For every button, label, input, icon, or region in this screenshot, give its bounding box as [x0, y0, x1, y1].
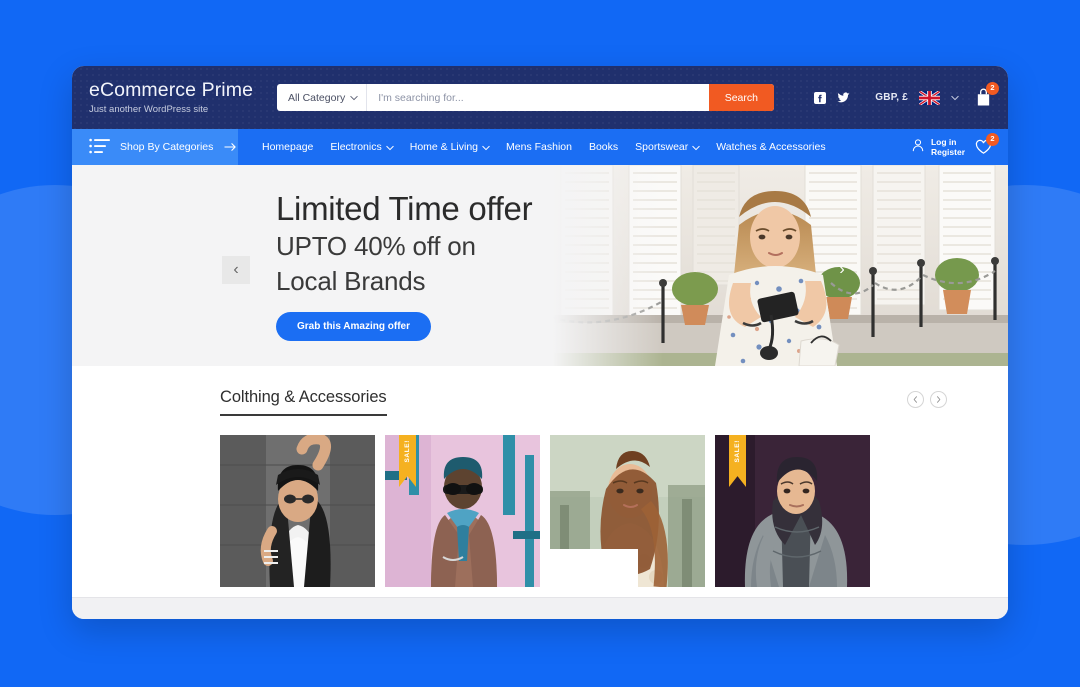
chevron-right-icon	[937, 396, 941, 403]
hero-prev-button[interactable]: ‹	[222, 256, 250, 284]
shop-by-categories-button[interactable]: Shop By Categories	[72, 129, 238, 165]
nav-item-homepage[interactable]: Homepage	[262, 141, 313, 153]
uk-flag-icon[interactable]	[919, 90, 940, 105]
nav-item-label: Watches & Accessories	[716, 141, 826, 153]
products-next-button[interactable]	[930, 391, 947, 408]
hero-subline-2: Local Brands	[276, 266, 426, 296]
product-card-3[interactable]	[550, 435, 705, 587]
brand-tagline: Just another WordPress site	[89, 103, 209, 115]
currency-label[interactable]: GBP, £	[875, 92, 908, 103]
cart-button[interactable]: 2	[975, 81, 999, 108]
nav-item-label: Mens Fashion	[506, 141, 572, 153]
chevron-down-icon	[350, 94, 358, 101]
sale-badge-label: SALE!	[404, 440, 411, 463]
hero-next-button[interactable]: ›	[828, 256, 856, 284]
nav-item-label: Home & Living	[409, 141, 479, 153]
window-footer	[72, 597, 1008, 619]
menu-list-icon	[89, 138, 111, 157]
browser-window: eCommerce Prime Just another WordPress s…	[72, 66, 1008, 619]
shop-by-categories-label: Shop By Categories	[120, 141, 214, 153]
main-navigation: Shop By Categories Homepage Electronics …	[72, 129, 1008, 165]
products-section-title: Colthing & Accessories	[220, 388, 387, 416]
register-label[interactable]: Register	[931, 147, 965, 157]
hero-copy: Limited Time offer UPTO 40% off on Local…	[72, 165, 550, 366]
product-card-2[interactable]: SALE!	[385, 435, 540, 587]
account-button[interactable]: Log in Register	[911, 137, 965, 157]
chevron-down-icon	[386, 144, 394, 151]
hero-banner: Limited Time offer UPTO 40% off on Local…	[72, 165, 1008, 366]
products-section: Colthing & Accessories SALE! SALE!	[72, 366, 1008, 597]
search-input[interactable]	[367, 84, 709, 111]
hero-subline-1: UPTO 40% off on	[276, 231, 476, 261]
nav-item-label: Homepage	[262, 141, 314, 153]
sale-badge-label: SALE!	[734, 440, 741, 463]
nav-item-label: Books	[588, 141, 619, 153]
products-carousel-controls	[907, 388, 947, 408]
product-grid: SALE! SALE!	[72, 416, 1008, 587]
nav-item-home-and-living[interactable]: Home & Living	[409, 141, 490, 153]
nav-menu: Homepage Electronics Home & Living Mens …	[238, 129, 826, 165]
product-card-4[interactable]: SALE!	[715, 435, 870, 587]
login-label[interactable]: Log in	[931, 137, 965, 147]
nav-item-books[interactable]: Books	[589, 141, 618, 153]
nav-utilities: Log in Register 2	[911, 129, 1008, 165]
nav-item-label: Sportswear	[635, 141, 689, 153]
category-dropdown-label: All Category	[288, 91, 346, 104]
chevron-left-icon	[913, 396, 917, 403]
user-icon	[911, 138, 925, 157]
brand-title: eCommerce Prime	[89, 78, 254, 101]
chevron-down-icon-currency[interactable]	[951, 94, 959, 101]
search-bar: All Category Search	[277, 84, 774, 111]
hero-headline: Limited Time offer	[276, 190, 533, 227]
nav-item-watches-and-accessories[interactable]: Watches & Accessories	[716, 141, 825, 153]
nav-item-electronics[interactable]: Electronics	[330, 141, 394, 153]
twitter-icon[interactable]	[837, 91, 850, 104]
site-header: eCommerce Prime Just another WordPress s…	[72, 66, 1008, 129]
product-image-1	[220, 435, 375, 587]
products-prev-button[interactable]	[907, 391, 924, 408]
category-dropdown[interactable]: All Category	[277, 84, 368, 111]
facebook-icon[interactable]	[813, 91, 826, 104]
arrow-right-icon	[224, 142, 237, 152]
hero-image-fade	[543, 165, 663, 366]
chevron-down-icon	[692, 144, 700, 151]
product-image-3	[550, 435, 705, 587]
header-utilities: GBP, £ 2	[813, 81, 999, 108]
product-card-1[interactable]	[220, 435, 375, 587]
brand[interactable]: eCommerce Prime Just another WordPress s…	[81, 79, 271, 117]
wishlist-button[interactable]: 2	[975, 132, 999, 156]
nav-item-sportswear[interactable]: Sportswear	[635, 141, 700, 153]
nav-item-mens-fashion[interactable]: Mens Fashion	[506, 141, 572, 153]
search-button[interactable]: Search	[708, 84, 774, 111]
cart-count-badge: 2	[986, 81, 999, 95]
hero-cta-button[interactable]: Grab this Amazing offer	[276, 312, 431, 341]
chevron-down-icon	[482, 144, 490, 151]
wishlist-count-badge: 2	[986, 132, 999, 146]
hero-image	[543, 165, 1008, 366]
products-header: Colthing & Accessories	[72, 388, 1008, 416]
nav-item-label: Electronics	[330, 141, 382, 153]
